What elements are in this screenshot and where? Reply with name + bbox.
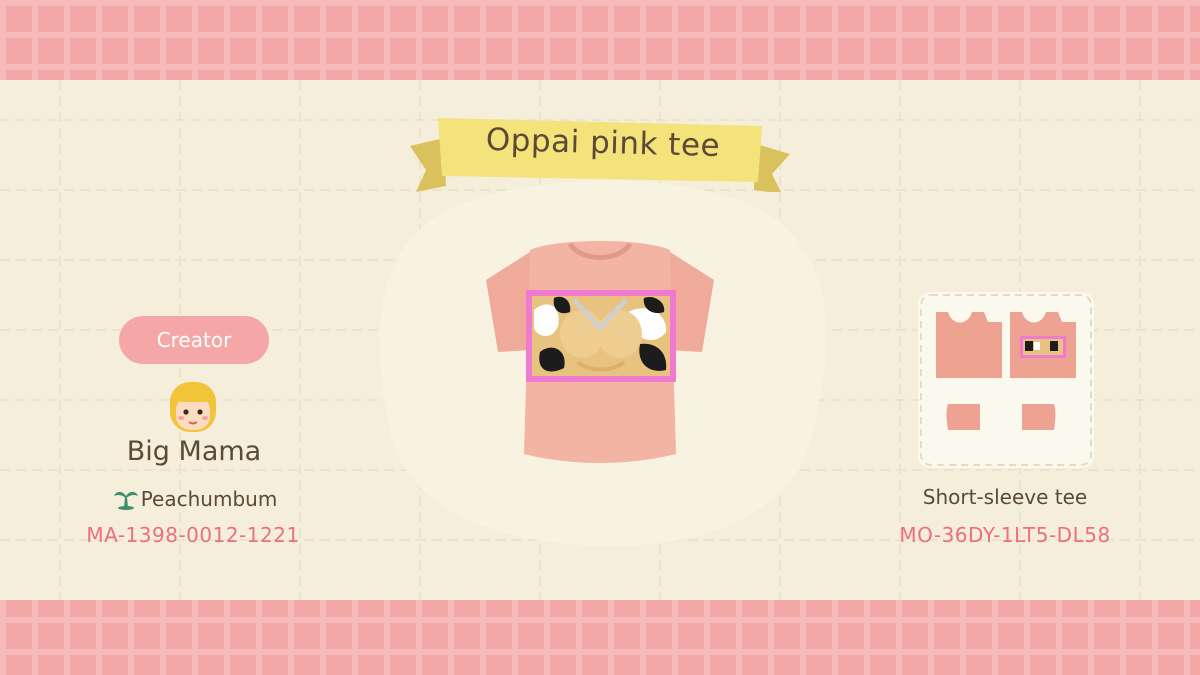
design-title: Oppai pink tee [485,121,721,165]
villager-avatar-icon [170,382,216,432]
creator-label-pill: Creator [119,316,269,364]
island-row: Peachumbum [60,484,330,514]
creator-id: MA-1398-0012-1221 [86,523,300,547]
pattern-layout [918,292,1094,468]
palm-tree-icon [113,491,138,510]
island-name: Peachumbum [140,487,278,511]
item-type: Short-sleeve tee [922,485,1088,509]
creator-name: Big Mama [126,436,262,467]
shirt-preview [486,241,714,463]
pattern-layout-drawing [920,294,1092,466]
design-id: MO-36DY-1LT5-DL58 [899,523,1111,547]
